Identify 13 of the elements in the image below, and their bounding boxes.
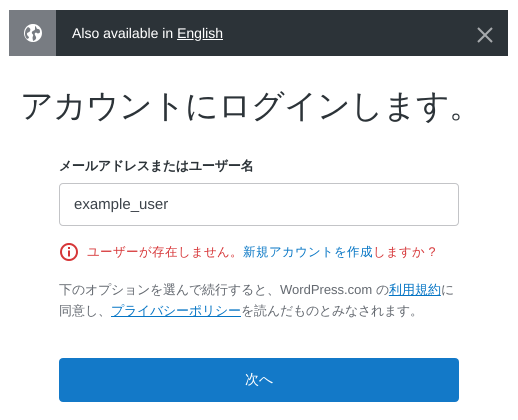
username-input-field[interactable]: example_user bbox=[59, 183, 459, 226]
policy-link[interactable]: プライバシーポリシー bbox=[111, 302, 241, 318]
next-button[interactable]: 次へ bbox=[59, 358, 459, 402]
globe-icon bbox=[22, 23, 42, 43]
terms-text: 下のオプションを選んで続行すると、WordPress.com の利用規約に同意し、プライバシーポリシーを読んだものとみなされます。 bbox=[59, 281, 455, 320]
error-icon bbox=[59, 242, 79, 262]
signup-link[interactable]: 新規アカウントを作成 bbox=[243, 244, 373, 259]
page-heading: アカウントにログインします。 bbox=[20, 86, 482, 126]
english-link[interactable]: English bbox=[177, 24, 223, 40]
banner-text: Also available in bbox=[72, 24, 174, 40]
policy-link[interactable]: 利用規約 bbox=[388, 282, 441, 298]
error-message: ユーザーが存在しません。新規アカウントを作成 しますか ? bbox=[87, 244, 436, 261]
field-label: メールアドレスまたはユーザー名 bbox=[59, 156, 255, 175]
